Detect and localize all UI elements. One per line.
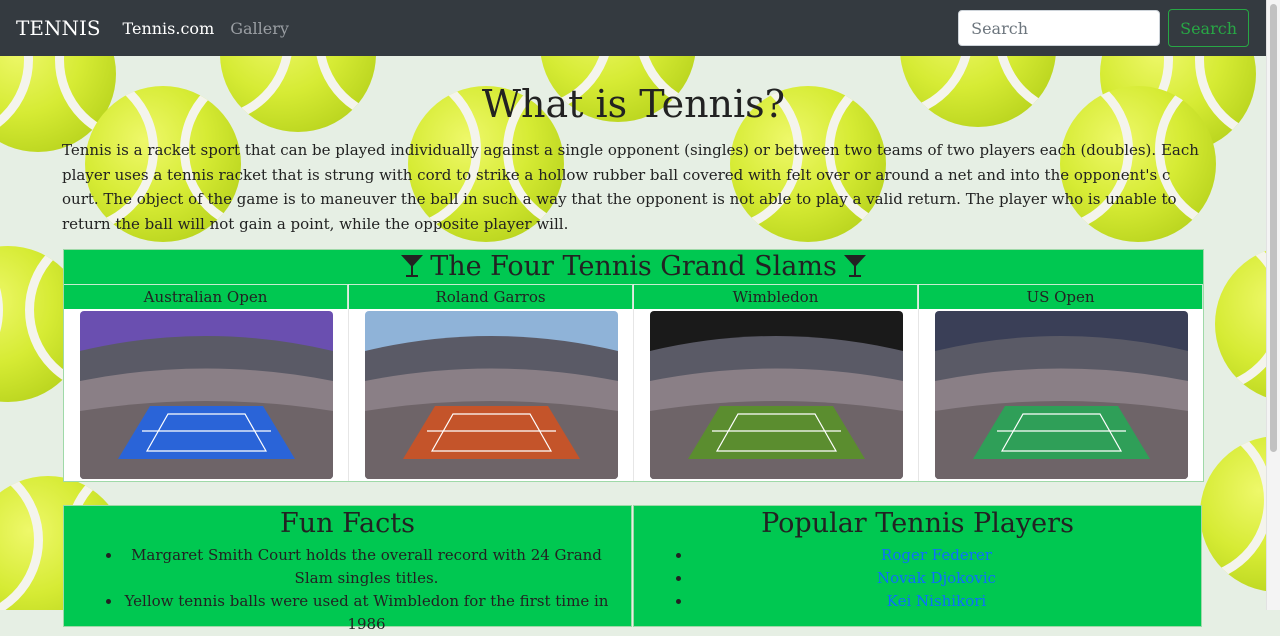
nav-link-gallery[interactable]: Gallery (230, 19, 289, 38)
top-navbar: TENNIS Tennis.com Gallery Search (0, 0, 1267, 56)
fun-facts-heading: Fun Facts (280, 508, 415, 539)
roland-garros-image[interactable] (364, 311, 618, 479)
list-item: Roger Federer (692, 544, 1201, 567)
trophy-icon (401, 255, 424, 277)
trophy-icon (843, 255, 866, 277)
search-form: Search (958, 9, 1249, 47)
search-button[interactable]: Search (1168, 9, 1249, 47)
fun-facts-list: Margaret Smith Court holds the overall r… (64, 544, 631, 636)
player-link-kei-nishikori[interactable]: Kei Nishikori (887, 592, 986, 610)
us-open-image[interactable] (934, 311, 1188, 479)
grand-slams-heading: The Four Tennis Grand Slams (64, 250, 1203, 284)
slam-name: Australian Open (64, 284, 348, 309)
page-scrollbar[interactable] (1266, 0, 1280, 610)
brand-logo[interactable]: TENNIS (16, 16, 101, 40)
info-panels: Fun Facts Margaret Smith Court holds the… (63, 505, 1202, 633)
search-input[interactable] (958, 10, 1161, 46)
nav-link-tennis-com[interactable]: Tennis.com (123, 19, 215, 38)
intro-paragraph: Tennis is a racket sport that can be pla… (62, 141, 1199, 233)
list-item: Margaret Smith Court holds the overall r… (122, 544, 631, 590)
slam-card-us-open: US Open (918, 284, 1203, 481)
popular-players-heading: Popular Tennis Players (761, 508, 1074, 539)
player-link-novak-djokovic[interactable]: Novak Djokovic (877, 569, 996, 587)
list-item: Novak Djokovic (692, 567, 1201, 590)
slam-name: Wimbledon (634, 284, 918, 309)
slam-name: Roland Garros (349, 284, 633, 309)
popular-players-panel: Popular Tennis Players Roger Federer Nov… (633, 505, 1202, 627)
scrollbar-thumb[interactable] (1270, 4, 1277, 452)
player-link-roger-federer[interactable]: Roger Federer (881, 546, 992, 564)
slam-card-australian-open: Australian Open (64, 284, 348, 481)
list-item: Yellow tennis balls were used at Wimbled… (122, 590, 631, 636)
grand-slams-section: The Four Tennis Grand Slams Australian O… (63, 249, 1204, 482)
wimbledon-image[interactable] (649, 311, 903, 479)
grand-slams-grid: Australian Open Roland Garros Wimbledon … (64, 284, 1203, 481)
slam-name: US Open (919, 284, 1203, 309)
page-title: What is Tennis? (481, 82, 786, 126)
slam-card-roland-garros: Roland Garros (348, 284, 633, 481)
players-list: Roger Federer Novak Djokovic Kei Nishiko… (634, 544, 1201, 613)
australian-open-image[interactable] (79, 311, 333, 479)
grand-slams-heading-text: The Four Tennis Grand Slams (430, 251, 837, 282)
fun-facts-panel: Fun Facts Margaret Smith Court holds the… (63, 505, 632, 633)
slam-card-wimbledon: Wimbledon (633, 284, 918, 481)
